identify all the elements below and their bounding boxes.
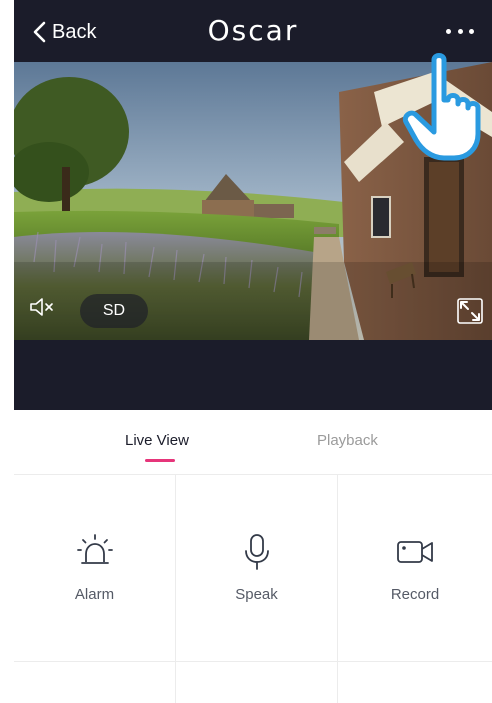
tap-hand-icon bbox=[402, 53, 481, 161]
action-grid: Alarm Speak Record bbox=[14, 474, 492, 703]
more-dot-icon bbox=[446, 28, 451, 34]
microphone-icon bbox=[244, 534, 269, 570]
alarm-label: Alarm bbox=[74, 586, 115, 603]
more-dot-icon bbox=[457, 28, 463, 34]
grid-divider bbox=[175, 474, 176, 703]
page-title: Oscar bbox=[207, 14, 299, 47]
mute-button[interactable] bbox=[28, 296, 62, 326]
app-root: Back Oscar SD Live View Playback Alarm S… bbox=[14, 0, 492, 703]
speaker-muted-icon bbox=[30, 298, 53, 316]
quality-toggle-button[interactable]: SD bbox=[80, 294, 148, 328]
record-button[interactable]: Record bbox=[338, 474, 492, 661]
video-camera-icon bbox=[397, 541, 433, 563]
active-tab-indicator bbox=[145, 459, 175, 462]
grid-divider bbox=[337, 474, 338, 703]
speak-button[interactable]: Speak bbox=[176, 474, 337, 661]
fullscreen-button[interactable] bbox=[456, 297, 484, 325]
view-tabs: Live View Playback bbox=[14, 410, 492, 475]
tab-live-view[interactable]: Live View bbox=[125, 432, 189, 449]
more-dot-icon bbox=[469, 28, 474, 34]
grid-divider bbox=[14, 661, 492, 662]
speak-label: Speak bbox=[235, 586, 278, 603]
video-bottom-area bbox=[14, 340, 492, 410]
alarm-button[interactable]: Alarm bbox=[14, 474, 175, 661]
tab-playback[interactable]: Playback bbox=[317, 432, 378, 449]
more-options-button[interactable] bbox=[446, 22, 474, 40]
fullscreen-icon bbox=[457, 298, 483, 324]
alarm-icon bbox=[76, 534, 113, 564]
record-label: Record bbox=[390, 586, 440, 603]
